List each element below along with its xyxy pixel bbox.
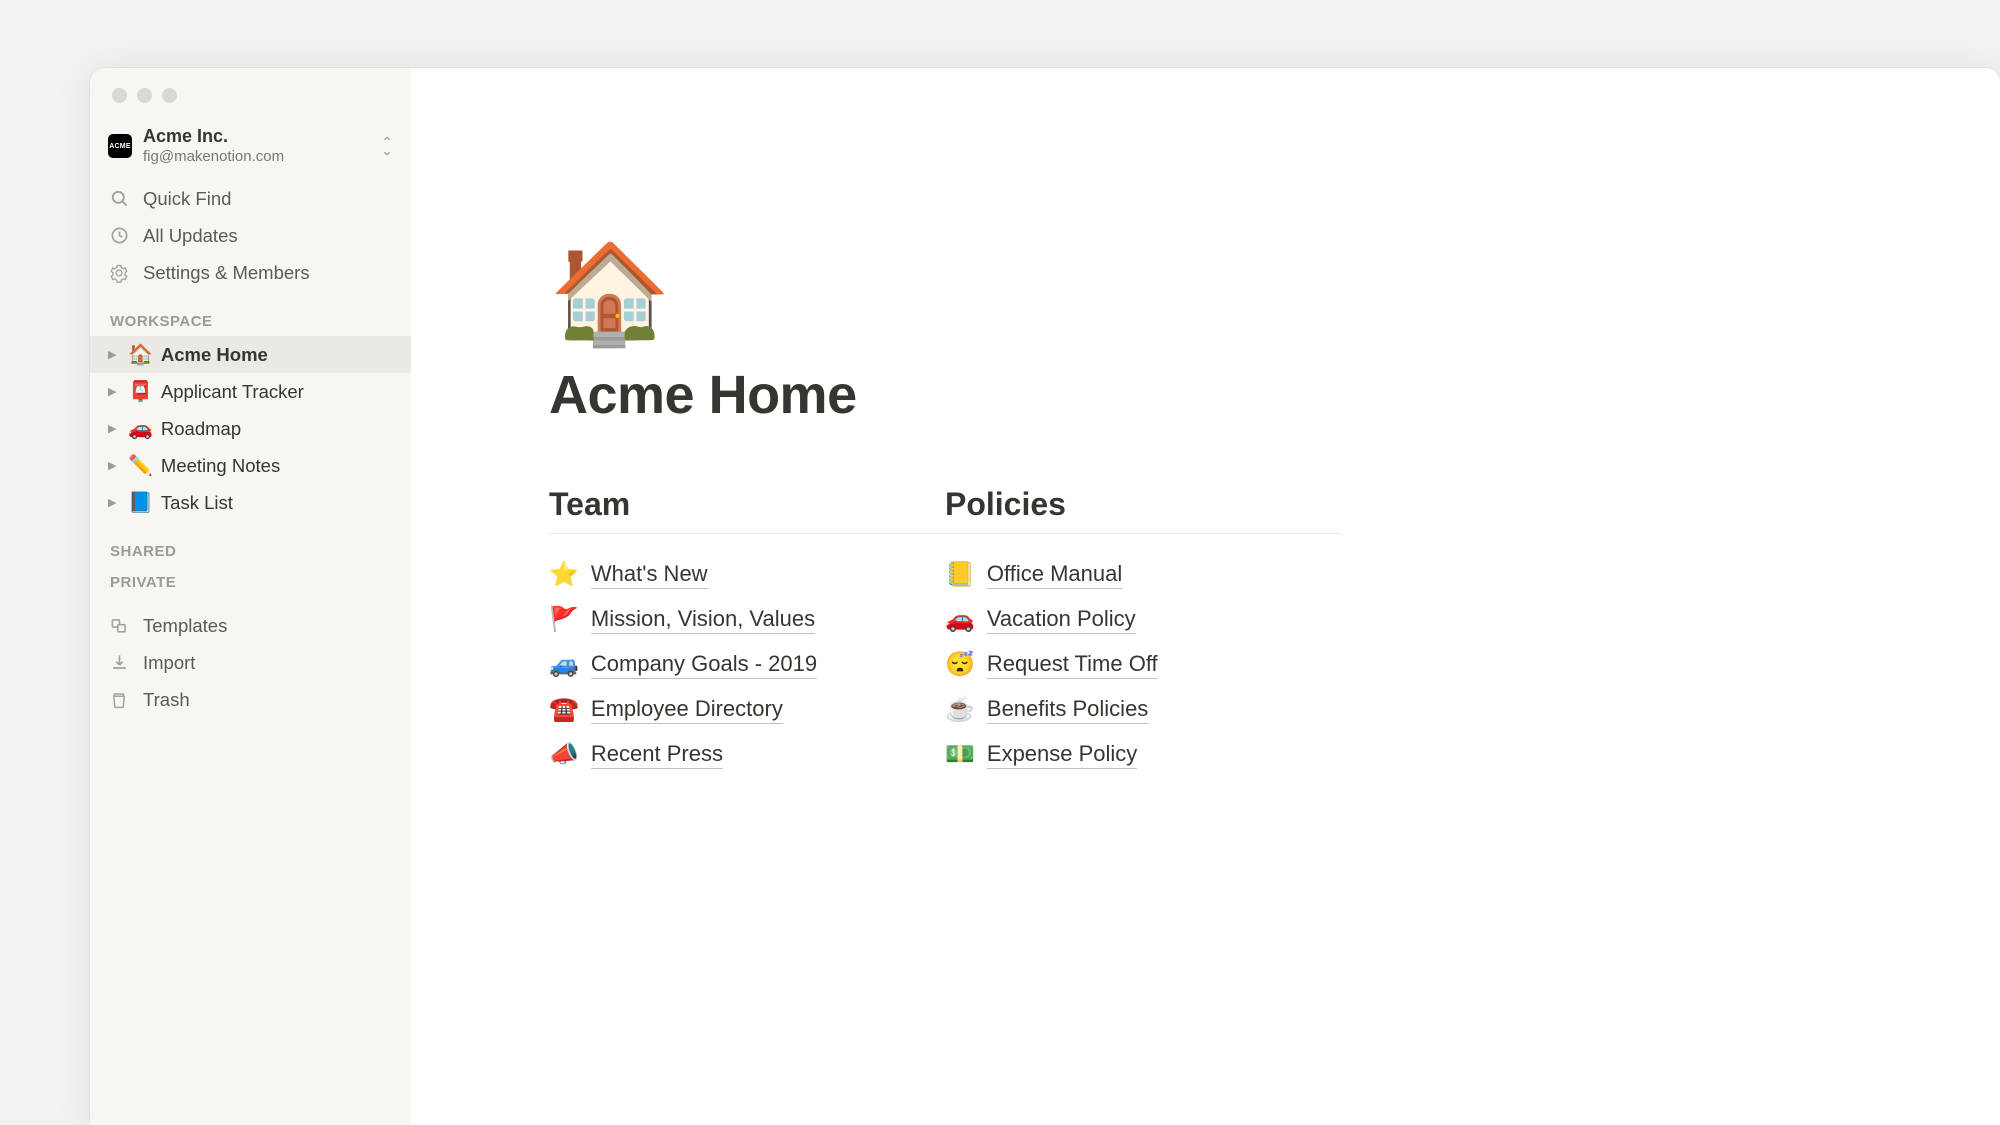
sidebar-page-task-list[interactable]: ▶ 📘 Task List xyxy=(90,484,411,521)
page-icon: 🚗 xyxy=(128,416,153,441)
chevron-right-icon[interactable]: ▶ xyxy=(108,385,124,398)
close-window-icon[interactable] xyxy=(112,88,127,103)
page-title[interactable]: Acme Home xyxy=(549,364,2000,426)
import-label: Import xyxy=(143,652,195,674)
workspace-email: fig@makenotion.com xyxy=(143,147,381,167)
page-label: Applicant Tracker xyxy=(161,381,304,403)
templates[interactable]: Templates xyxy=(90,607,411,644)
page-icon: 📘 xyxy=(128,490,153,515)
templates-label: Templates xyxy=(143,615,227,637)
workspace-name: Acme Inc. xyxy=(143,126,381,147)
page-link[interactable]: 🚗 Vacation Policy xyxy=(945,597,1341,642)
column-heading[interactable]: Policies xyxy=(945,486,1341,534)
page-link[interactable]: ⭐ What's New xyxy=(549,552,945,597)
link-icon: ☕ xyxy=(945,695,975,724)
all-updates-label: All Updates xyxy=(143,225,238,247)
window-controls xyxy=(112,88,177,103)
main-content: 🏠 Acme Home Team ⭐ What's New 🚩 Mission,… xyxy=(411,68,2000,1125)
quick-find-label: Quick Find xyxy=(143,188,231,210)
link-label: Expense Policy xyxy=(987,740,1137,769)
section-shared: SHARED xyxy=(90,521,411,566)
trash-label: Trash xyxy=(143,689,190,711)
link-label: Recent Press xyxy=(591,740,723,769)
link-label: Mission, Vision, Values xyxy=(591,605,815,634)
link-icon: 🚗 xyxy=(945,605,975,634)
page-link[interactable]: ☎️ Employee Directory xyxy=(549,687,945,732)
link-label: Request Time Off xyxy=(987,650,1158,679)
link-icon: 😴 xyxy=(945,650,975,679)
maximize-window-icon[interactable] xyxy=(162,88,177,103)
sidebar-page-applicant-tracker[interactable]: ▶ 📮 Applicant Tracker xyxy=(90,373,411,410)
section-workspace: WORKSPACE xyxy=(90,291,411,336)
page-link[interactable]: 🚩 Mission, Vision, Values xyxy=(549,597,945,642)
templates-icon xyxy=(108,615,130,637)
sidebar-page-meeting-notes[interactable]: ▶ ✏️ Meeting Notes xyxy=(90,447,411,484)
sidebar-page-roadmap[interactable]: ▶ 🚗 Roadmap xyxy=(90,410,411,447)
import-icon xyxy=(108,652,130,674)
sidebar-page-acme-home[interactable]: ▶ 🏠 Acme Home xyxy=(90,336,411,373)
sidebar: ACME Acme Inc. fig@makenotion.com ⌃⌃ Qui… xyxy=(90,68,411,1125)
page-link[interactable]: 😴 Request Time Off xyxy=(945,642,1341,687)
trash[interactable]: Trash xyxy=(90,681,411,718)
page-link[interactable]: 🚙 Company Goals - 2019 xyxy=(549,642,945,687)
link-icon: 🚙 xyxy=(549,650,579,679)
section-private: PRIVATE xyxy=(90,566,411,597)
all-updates[interactable]: All Updates xyxy=(90,217,411,254)
link-icon: ☎️ xyxy=(549,695,579,724)
link-label: Employee Directory xyxy=(591,695,783,724)
link-icon: ⭐ xyxy=(549,560,579,589)
link-icon: 📣 xyxy=(549,740,579,769)
workspace-logo: ACME xyxy=(108,134,132,158)
chevron-right-icon[interactable]: ▶ xyxy=(108,459,124,472)
page-icon: ✏️ xyxy=(128,453,153,478)
link-label: Benefits Policies xyxy=(987,695,1148,724)
page-link[interactable]: ☕ Benefits Policies xyxy=(945,687,1341,732)
search-icon xyxy=(108,188,130,210)
trash-icon xyxy=(108,689,130,711)
workspace-switcher[interactable]: ACME Acme Inc. fig@makenotion.com ⌃⌃ xyxy=(90,122,411,180)
link-label: What's New xyxy=(591,560,708,589)
import[interactable]: Import xyxy=(90,644,411,681)
page-icon: 📮 xyxy=(128,379,153,404)
column-heading[interactable]: Team xyxy=(549,486,945,534)
page-header-icon[interactable]: 🏠 xyxy=(549,244,2000,342)
column-team: Team ⭐ What's New 🚩 Mission, Vision, Val… xyxy=(549,486,945,777)
page-label: Acme Home xyxy=(161,344,268,366)
page-icon: 🏠 xyxy=(128,342,153,367)
page-label: Meeting Notes xyxy=(161,455,280,477)
clock-icon xyxy=(108,225,130,247)
page-label: Task List xyxy=(161,492,233,514)
app-window: ACME Acme Inc. fig@makenotion.com ⌃⌃ Qui… xyxy=(90,68,2000,1125)
page-link[interactable]: 📒 Office Manual xyxy=(945,552,1341,597)
link-label: Office Manual xyxy=(987,560,1122,589)
link-icon: 🚩 xyxy=(549,605,579,634)
link-icon: 💵 xyxy=(945,740,975,769)
page-link[interactable]: 💵 Expense Policy xyxy=(945,732,1341,777)
page-link[interactable]: 📣 Recent Press xyxy=(549,732,945,777)
link-label: Company Goals - 2019 xyxy=(591,650,817,679)
gear-icon xyxy=(108,262,130,284)
chevron-updown-icon: ⌃⌃ xyxy=(381,139,393,153)
link-label: Vacation Policy xyxy=(987,605,1136,634)
settings-label: Settings & Members xyxy=(143,262,310,284)
settings-members[interactable]: Settings & Members xyxy=(90,254,411,291)
quick-find[interactable]: Quick Find xyxy=(90,180,411,217)
chevron-right-icon[interactable]: ▶ xyxy=(108,496,124,509)
link-icon: 📒 xyxy=(945,560,975,589)
page-label: Roadmap xyxy=(161,418,241,440)
minimize-window-icon[interactable] xyxy=(137,88,152,103)
column-policies: Policies 📒 Office Manual 🚗 Vacation Poli… xyxy=(945,486,1341,777)
chevron-right-icon[interactable]: ▶ xyxy=(108,348,124,361)
chevron-right-icon[interactable]: ▶ xyxy=(108,422,124,435)
